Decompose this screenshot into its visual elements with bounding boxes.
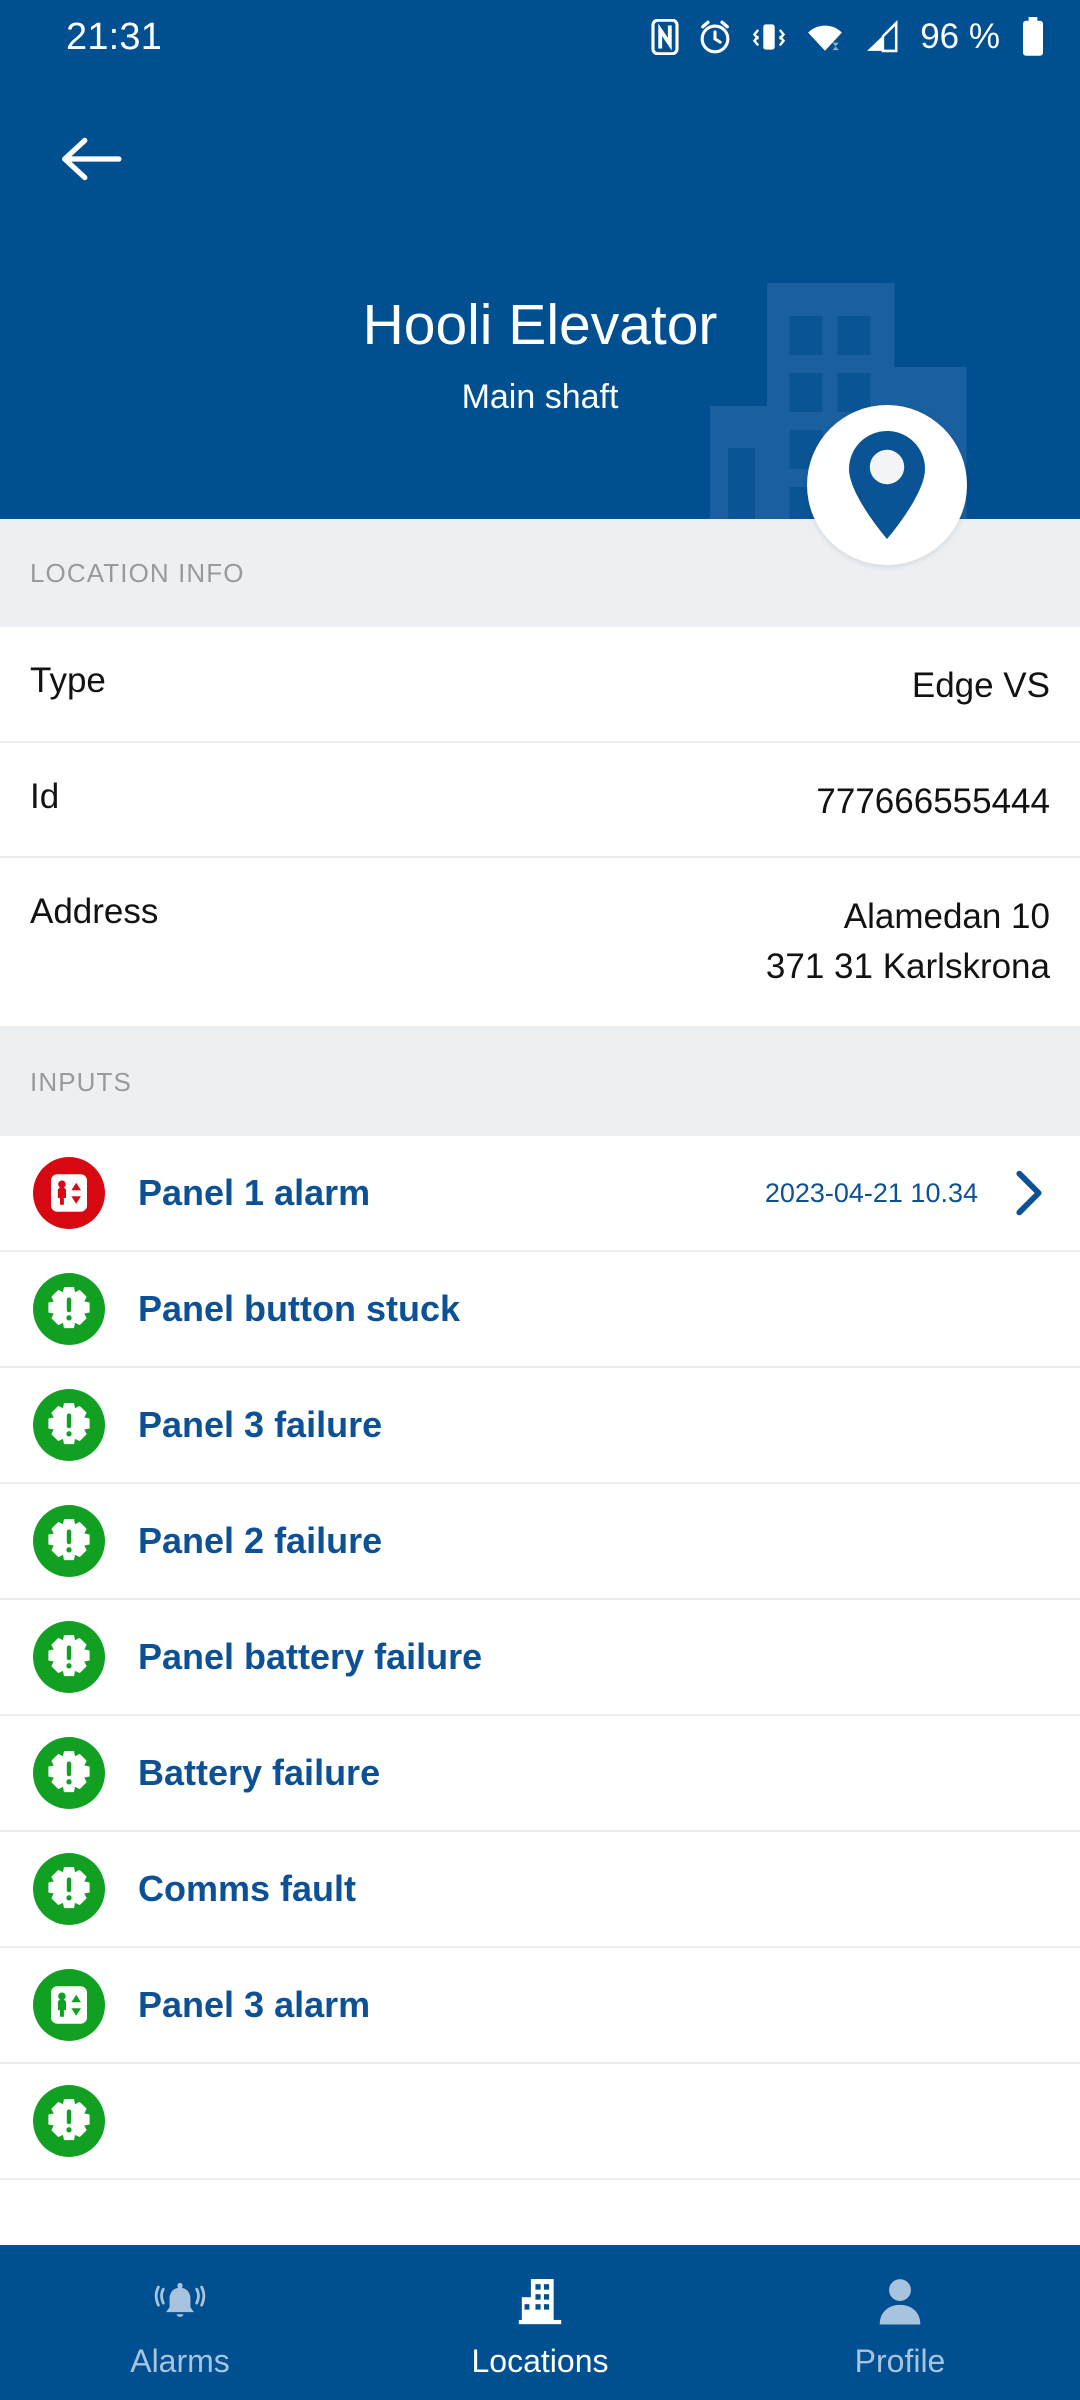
content-list[interactable]: LOCATION INFO Type Edge VS Id 7776665554…: [0, 519, 1080, 2245]
nfc-icon: [650, 19, 680, 55]
input-row[interactable]: Panel 3 failure: [0, 1368, 1080, 1485]
inputs-list: Panel 1 alarm 2023-04-21 10.34 Panel butto…: [0, 1136, 1080, 2181]
gear-alert-icon: [44, 1864, 94, 1914]
section-header-inputs: INPUTS: [0, 1028, 1080, 1137]
input-row-label: Panel button stuck: [138, 1288, 461, 1330]
address-line-1: Alamedan 10: [843, 897, 1050, 937]
info-row-type: Type Edge VS: [0, 627, 1080, 743]
app-screen: 21:31 96 % Hooli Elevator Main shaft LOC…: [0, 0, 1080, 2400]
status-bar: 21:31 96 %: [0, 0, 1080, 74]
battery-percentage: 96 %: [920, 17, 1000, 56]
gear-alert-icon: [44, 1284, 94, 1334]
nav-tab-alarms[interactable]: Alarms: [0, 2245, 360, 2400]
alarm-bell-icon: [152, 2273, 208, 2329]
status-indicator-ok: [33, 2085, 105, 2158]
elevator-icon: [45, 1169, 93, 1217]
input-row[interactable]: Panel 3 alarm: [0, 1948, 1080, 2065]
info-label: Type: [30, 661, 106, 700]
gear-alert-icon: [44, 1632, 94, 1682]
cellular-signal-icon: [862, 20, 900, 54]
address-line-2: 371 31 Karlskrona: [765, 947, 1050, 987]
nav-label-alarms: Alarms: [130, 2343, 230, 2379]
info-row-address: Address Alamedan 10 371 31 Karlskrona: [0, 858, 1080, 1029]
vibrate-icon: [750, 20, 788, 54]
elevator-icon: [45, 1981, 93, 2029]
section-label: INPUTS: [30, 1066, 132, 1097]
status-bar-icons: 96 %: [650, 17, 1046, 57]
nav-label-locations: Locations: [471, 2343, 609, 2379]
wifi-icon: [805, 20, 845, 54]
status-indicator-ok: [33, 1853, 105, 1926]
info-value: Alamedan 10 371 31 Karlskrona: [766, 892, 1050, 991]
input-row-label: Panel 2 failure: [138, 1520, 383, 1562]
header-title-block: Hooli Elevator Main shaft: [0, 74, 1080, 417]
input-row-label: Panel 3 failure: [138, 1404, 383, 1446]
info-row-id: Id 777666555444: [0, 742, 1080, 859]
input-row[interactable]: [0, 2064, 1080, 2181]
bottom-navigation: Alarms Locations Profile: [0, 2245, 1080, 2400]
chevron-right-icon[interactable]: [1008, 1167, 1050, 1219]
location-pin-badge: [807, 405, 967, 565]
input-row-label: Panel battery failure: [138, 1636, 483, 1678]
nav-label-profile: Profile: [854, 2343, 946, 2379]
status-indicator-ok: [33, 1505, 105, 1578]
info-value: 777666555444: [816, 781, 1050, 821]
input-row[interactable]: Comms fault: [0, 1832, 1080, 1949]
input-row[interactable]: Battery failure: [0, 1716, 1080, 1833]
status-indicator-ok: [33, 1273, 105, 1346]
gear-alert-icon: [44, 1748, 94, 1798]
alarm-clock-icon: [697, 19, 733, 55]
input-row[interactable]: Panel battery failure: [0, 1600, 1080, 1717]
input-row[interactable]: Panel button stuck: [0, 1252, 1080, 1369]
status-bar-clock: 21:31: [66, 15, 163, 58]
info-label: Id: [30, 776, 60, 816]
status-indicator-ok: [33, 1969, 105, 2042]
section-label: LOCATION INFO: [30, 557, 245, 588]
input-row-label: Comms fault: [138, 1868, 357, 1910]
info-label: Address: [30, 892, 159, 932]
input-row-label: Panel 1 alarm: [138, 1172, 371, 1214]
battery-icon: [1020, 17, 1046, 57]
nav-tab-profile[interactable]: Profile: [720, 2245, 1080, 2400]
gear-alert-icon: [44, 2096, 94, 2146]
person-icon: [875, 2273, 925, 2329]
page-title: Hooli Elevator: [362, 293, 718, 357]
input-row[interactable]: Panel 2 failure: [0, 1484, 1080, 1601]
status-indicator-alarm: [33, 1157, 105, 1230]
gear-alert-icon: [44, 1516, 94, 1566]
status-indicator-ok: [33, 1389, 105, 1462]
input-row-timestamp: 2023-04-21 10.34: [764, 1177, 978, 1208]
nav-tab-locations[interactable]: Locations: [360, 2245, 720, 2400]
status-indicator-ok: [33, 1737, 105, 1810]
location-pin-icon: [849, 431, 925, 539]
building-icon: [514, 2273, 566, 2329]
input-row-label: Panel 3 alarm: [138, 1984, 371, 2026]
input-row[interactable]: Panel 1 alarm 2023-04-21 10.34: [0, 1136, 1080, 1253]
input-row-label: Battery failure: [138, 1752, 381, 1794]
gear-alert-icon: [44, 1400, 94, 1450]
info-value: Edge VS: [911, 666, 1050, 705]
status-indicator-ok: [33, 1621, 105, 1694]
